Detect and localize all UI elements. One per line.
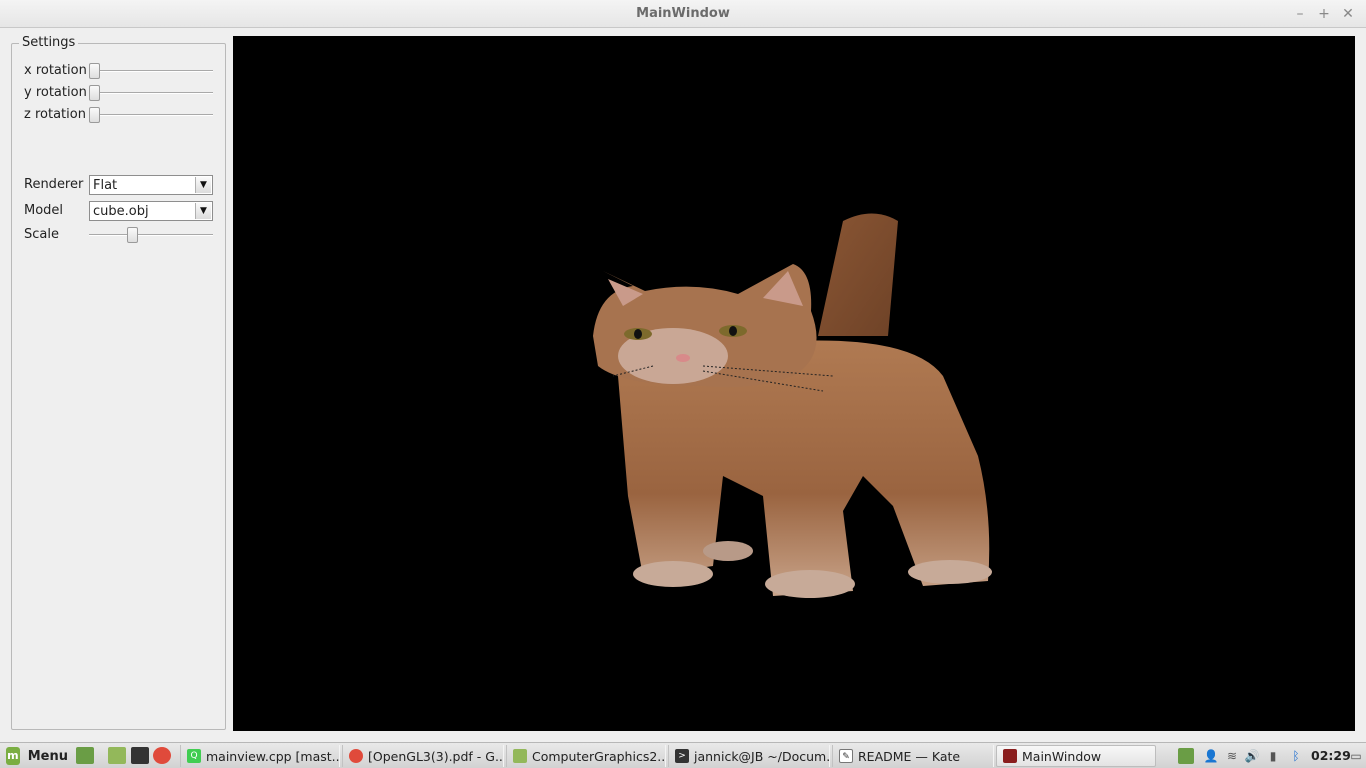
mint-logo-icon: m [6,747,20,765]
terminal-icon: > [675,749,689,763]
chrome-launcher-icon[interactable] [153,747,171,764]
slider-groove [89,234,213,236]
slider-groove [89,114,213,116]
folder-icon [513,749,527,763]
wifi-icon[interactable]: ≋ [1224,748,1240,764]
chrome-icon [349,749,363,763]
window-title: MainWindow [636,6,730,21]
task-terminal[interactable]: > jannick@JB ~/Docum... [668,745,830,767]
main-window-client: Settings x rotation y rotation z rotatio… [0,28,1366,742]
qt-creator-icon: Q [187,749,201,763]
x-rotation-label: x rotation [24,63,87,78]
dropdown-arrow-icon[interactable]: ▼ [195,203,211,219]
model-label: Model [24,203,64,218]
dropdown-arrow-icon[interactable]: ▼ [195,177,211,193]
terminal-launcher-icon[interactable] [131,747,149,764]
window-titlebar[interactable]: MainWindow – + ✕ [0,0,1366,28]
display-icon[interactable]: ▭ [1348,748,1364,764]
task-label: MainWindow [1022,748,1102,764]
battery-icon[interactable]: ▮ [1265,748,1281,764]
renderer-label: Renderer [24,177,84,192]
task-label: mainview.cpp [mast... [206,748,340,764]
task-kate[interactable]: ✎ README — Kate [832,745,994,767]
slider-handle[interactable] [89,63,100,79]
task-mainwindow[interactable]: MainWindow [996,745,1156,767]
settings-title: Settings [19,36,79,50]
taskbar: m Menu Q mainview.cpp [mast... [OpenGL3(… [0,742,1366,768]
slider-handle[interactable] [127,227,138,243]
x-rotation-slider[interactable] [89,63,213,79]
kate-icon: ✎ [839,749,853,763]
z-rotation-label: z rotation [24,107,86,122]
workspace-switcher-icon[interactable] [1178,748,1194,764]
app-window-icon [1003,749,1017,763]
maximize-button[interactable]: + [1314,4,1334,24]
slider-groove [89,92,213,94]
task-file-manager[interactable]: ComputerGraphics2... [506,745,666,767]
settings-groupbox: Settings x rotation y rotation z rotatio… [11,36,226,730]
close-button[interactable]: ✕ [1338,4,1358,24]
bluetooth-icon[interactable]: ᛒ [1288,748,1304,764]
start-menu-button[interactable]: m Menu [2,745,68,767]
task-label: ComputerGraphics2... [532,748,666,764]
renderer-value: Flat [93,178,118,193]
task-label: README — Kate [858,748,961,764]
z-rotation-slider[interactable] [89,107,213,123]
scale-label: Scale [24,227,59,242]
menu-label: Menu [27,748,68,764]
task-chrome-pdf[interactable]: [OpenGL3(3).pdf - G... [342,745,504,767]
clock[interactable]: 02:29 [1311,748,1351,763]
opengl-viewport[interactable] [233,36,1355,731]
slider-groove [89,70,213,72]
model-value: cube.obj [93,204,149,219]
scale-slider[interactable] [89,227,213,243]
user-icon[interactable]: 👤 [1203,748,1219,764]
show-desktop-icon[interactable] [76,747,94,764]
minimize-button[interactable]: – [1290,4,1310,24]
y-rotation-label: y rotation [24,85,87,100]
task-qtcreator[interactable]: Q mainview.cpp [mast... [180,745,340,767]
model-combobox[interactable]: cube.obj ▼ [89,201,213,221]
cat-model-render [593,213,992,598]
files-launcher-icon[interactable] [108,747,126,764]
task-label: jannick@JB ~/Docum... [694,748,830,764]
volume-icon[interactable]: 🔊 [1244,748,1260,764]
slider-handle[interactable] [89,107,100,123]
renderer-combobox[interactable]: Flat ▼ [89,175,213,195]
y-rotation-slider[interactable] [89,85,213,101]
task-label: [OpenGL3(3).pdf - G... [368,748,504,764]
slider-handle[interactable] [89,85,100,101]
